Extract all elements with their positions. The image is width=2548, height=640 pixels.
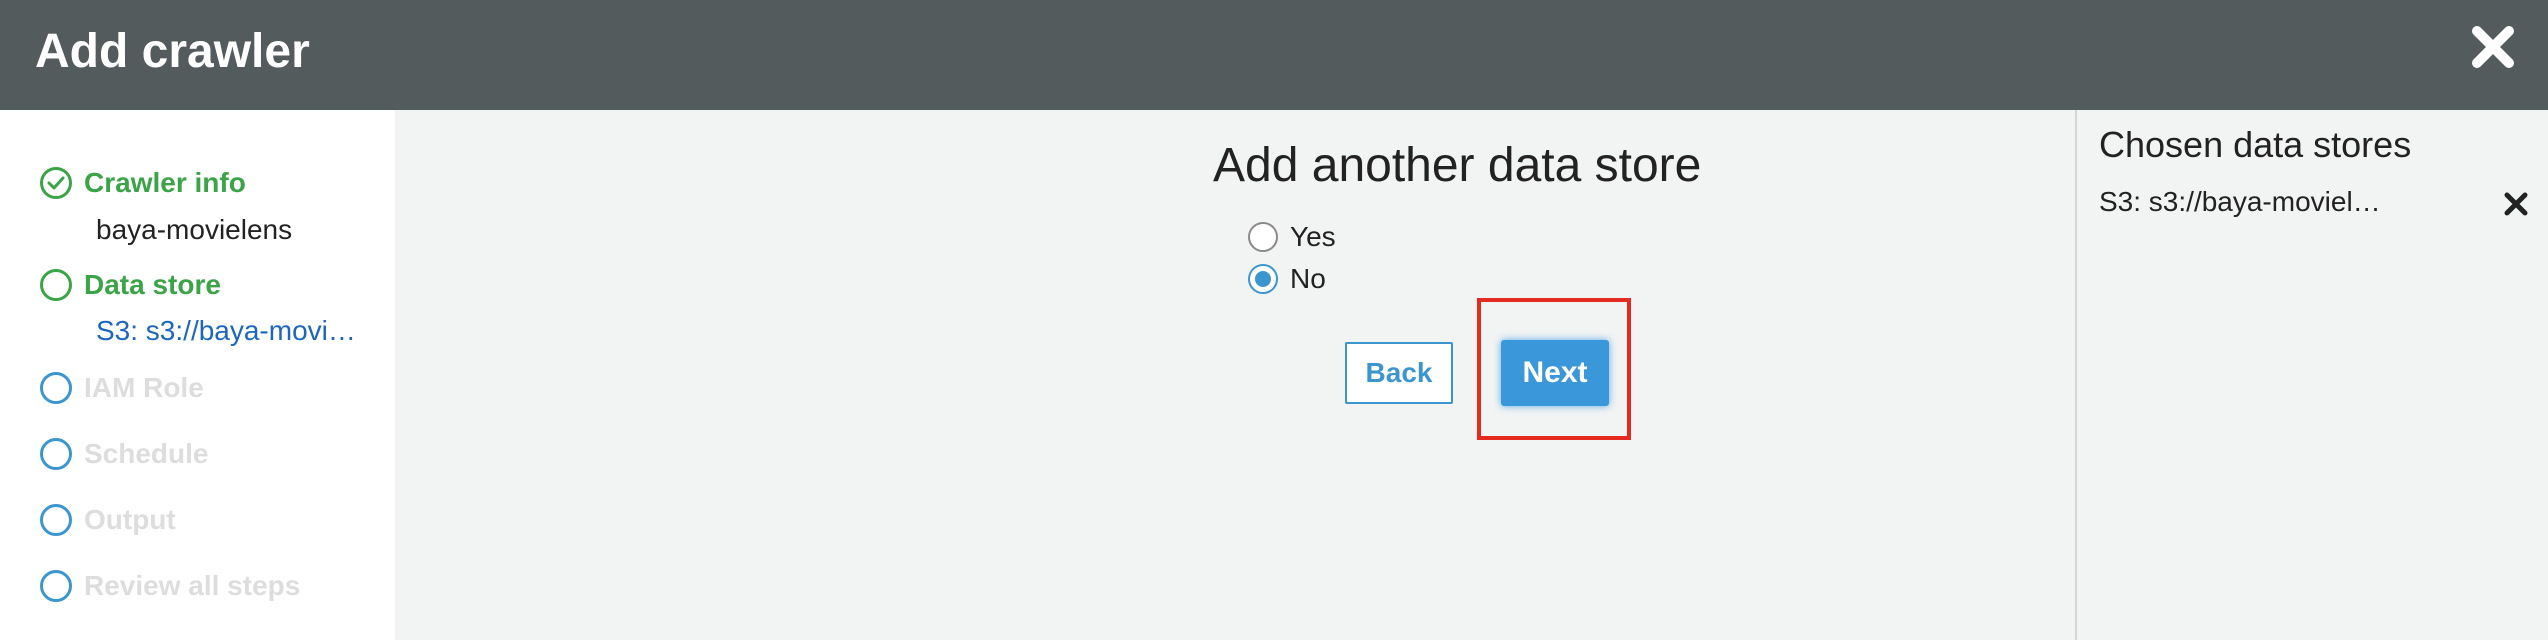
step-label: Schedule — [84, 438, 209, 469]
modal-header: Add crawler — [0, 0, 2548, 110]
radio-option-yes[interactable]: Yes — [1248, 219, 1336, 255]
step-label: Output — [84, 504, 176, 535]
step-label: Data store — [84, 269, 221, 300]
radio-yes[interactable] — [1248, 222, 1278, 252]
panel-title: Chosen data stores — [2099, 124, 2412, 165]
chosen-data-stores-panel: Chosen data stores S3: s3://baya-moviel… — [2075, 110, 2548, 640]
remove-icon[interactable] — [2502, 190, 2530, 218]
radio-label: No — [1290, 263, 1326, 294]
chosen-data-store-item: S3: s3://baya-moviel… — [2099, 186, 2381, 217]
check-icon — [40, 167, 72, 199]
radio-option-no[interactable]: No — [1248, 261, 1326, 297]
back-button[interactable]: Back — [1345, 342, 1453, 404]
step-iam-role: IAM Role — [40, 368, 204, 408]
step-label: Review all steps — [84, 570, 301, 601]
step-output: Output — [40, 500, 176, 540]
step-status-circle-icon — [40, 269, 72, 301]
page-title: Add another data store — [1213, 139, 1702, 192]
close-icon[interactable] — [2468, 22, 2518, 72]
step-crawler-info-value: baya-movielens — [96, 214, 293, 245]
step-status-circle-icon — [40, 372, 72, 404]
step-status-circle-icon — [40, 438, 72, 470]
step-crawler-info[interactable]: Crawler info — [40, 163, 246, 203]
steps-sidebar: Crawler info baya-movielens Data store S… — [0, 110, 395, 640]
step-label: Crawler info — [84, 167, 246, 198]
step-review: Review all steps — [40, 566, 300, 606]
radio-label: Yes — [1290, 221, 1336, 252]
step-status-circle-icon — [40, 570, 72, 602]
step-schedule: Schedule — [40, 434, 208, 474]
next-button[interactable]: Next — [1501, 340, 1609, 406]
step-label: IAM Role — [84, 372, 204, 403]
modal-title: Add crawler — [35, 25, 310, 78]
step-status-circle-icon — [40, 504, 72, 536]
step-data-store[interactable]: Data store — [40, 265, 221, 305]
main-content: Add another data store Yes No Back Next — [395, 110, 2075, 640]
step-data-store-value[interactable]: S3: s3://baya-movi… — [96, 315, 356, 347]
radio-no[interactable] — [1248, 264, 1278, 294]
